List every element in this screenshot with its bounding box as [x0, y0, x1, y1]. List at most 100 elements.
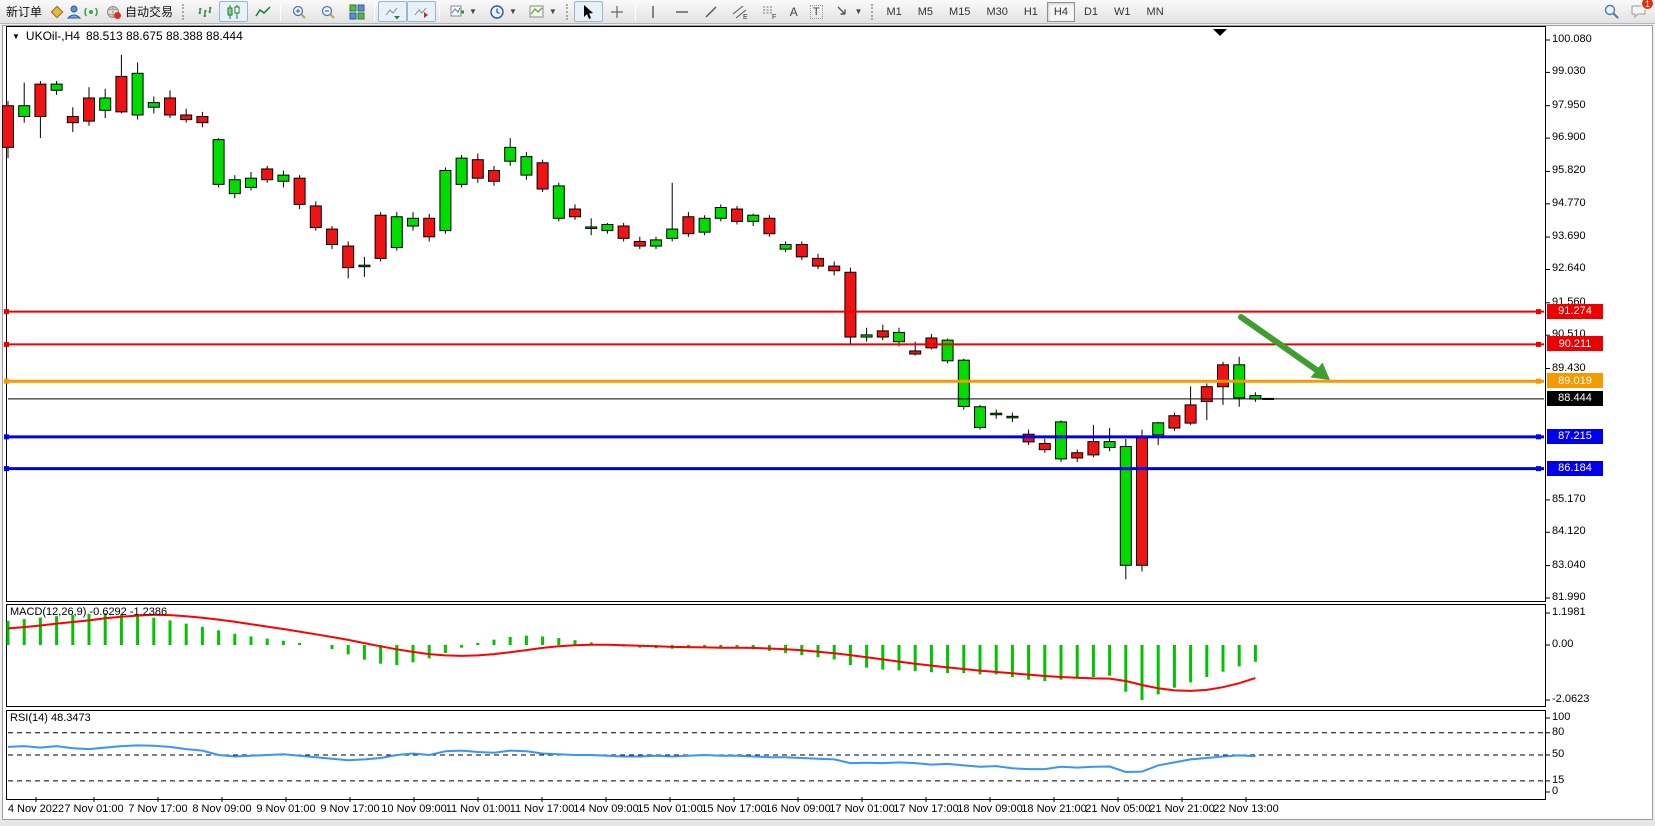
- fibonacci-icon: F: [761, 3, 778, 20]
- line-chart-button[interactable]: [248, 1, 277, 22]
- crosshair-button[interactable]: [603, 1, 632, 22]
- horizontal-line-button[interactable]: [668, 1, 697, 22]
- fibonacci-button[interactable]: F: [755, 1, 784, 22]
- time-label: 7 Nov 01:00: [64, 803, 123, 815]
- timeframe-D1[interactable]: D1: [1077, 2, 1105, 22]
- timeframe-M30[interactable]: M30: [979, 2, 1014, 22]
- price-tick-81.990: 81.990: [1552, 591, 1586, 603]
- zoom-out-icon: [319, 3, 336, 20]
- candlestick-chart-icon: [225, 3, 242, 20]
- price-tick-96.900: 96.900: [1552, 131, 1586, 143]
- price-tick-93.690: 93.690: [1552, 230, 1586, 242]
- macd-label: MACD(12,26,9) -0.6292 -1.2386: [10, 606, 167, 618]
- equidistant-channel-icon: E: [732, 3, 749, 20]
- rsi-tick-80: 80: [1552, 726, 1564, 738]
- diamond-icon[interactable]: [48, 3, 65, 20]
- text-icon: A: [790, 5, 798, 19]
- new-order-label: 新订单: [6, 3, 42, 20]
- timeframe-M15[interactable]: M15: [942, 2, 977, 22]
- price-chart-panel[interactable]: [6, 26, 1546, 602]
- zoom-in-button[interactable]: [284, 1, 313, 22]
- macd-tick-0.00: 0.00: [1552, 638, 1573, 650]
- tile-windows-button[interactable]: [342, 1, 371, 22]
- text-label-button[interactable]: T: [804, 1, 829, 22]
- auto-scroll-button[interactable]: [378, 1, 407, 22]
- timeframe-M1[interactable]: M1: [879, 2, 908, 22]
- time-label: 11 Nov 17:00: [510, 803, 575, 815]
- bar-chart-button[interactable]: [190, 1, 219, 22]
- time-label: 17 Nov 17:00: [893, 803, 958, 815]
- timeframe-M5[interactable]: M5: [911, 2, 940, 22]
- price-tick-84.120: 84.120: [1552, 525, 1586, 537]
- vertical-line-icon: [645, 3, 662, 20]
- rsi-tick-0: 0: [1552, 785, 1558, 797]
- rsi-panel[interactable]: [6, 710, 1546, 800]
- signal-icon[interactable]: [82, 3, 99, 20]
- price-tick-94.770: 94.770: [1552, 197, 1586, 209]
- auto-trading-button[interactable]: 自动交易: [99, 1, 179, 22]
- toolbar-separator: [635, 3, 636, 21]
- notification-badge: 1: [1641, 0, 1654, 10]
- zoom-in-icon: [290, 3, 307, 20]
- tile-windows-icon: [348, 3, 365, 20]
- clock-icon: [489, 3, 506, 20]
- macd-panel[interactable]: [6, 604, 1546, 707]
- time-label: 4 Nov 2022: [8, 803, 64, 815]
- candlestick-chart-button[interactable]: [219, 1, 248, 22]
- macd-tick-1.1981: 1.1981: [1552, 606, 1586, 618]
- price-badge-88.444: 88.444: [1547, 391, 1603, 406]
- time-label: 18 Nov 21:00: [1021, 803, 1086, 815]
- time-label: 7 Nov 17:00: [128, 803, 187, 815]
- add-indicator-button[interactable]: ▼: [443, 1, 483, 22]
- chevron-down-icon: ▼: [855, 7, 863, 16]
- window-bottom-edge: [0, 820, 1655, 826]
- macd-tick--2.0623: -2.0623: [1552, 693, 1589, 705]
- chevron-down-icon: ▼: [509, 7, 517, 16]
- toolbar-separator: [439, 3, 440, 21]
- person-icon[interactable]: [65, 3, 82, 20]
- period-button[interactable]: ▼: [483, 1, 523, 22]
- timeframe-W1[interactable]: W1: [1107, 2, 1138, 22]
- symbol-period-label: UKOil-,H4: [26, 29, 80, 43]
- time-label: 21 Nov 05:00: [1085, 803, 1150, 815]
- chat-icon[interactable]: 1: [1630, 3, 1647, 20]
- arrows-button[interactable]: ▼: [829, 1, 869, 22]
- toolbar-separator: [374, 3, 375, 21]
- trendline-button[interactable]: [697, 1, 726, 22]
- toolbar-grip: [566, 4, 571, 20]
- auto-trading-label: 自动交易: [125, 3, 173, 20]
- price-tick-85.170: 85.170: [1552, 493, 1586, 505]
- zoom-out-button[interactable]: [313, 1, 342, 22]
- new-order-button[interactable]: 新订单: [0, 1, 48, 22]
- price-tick-89.430: 89.430: [1552, 362, 1586, 374]
- cursor-button[interactable]: [574, 1, 603, 22]
- timeframe-MN[interactable]: MN: [1140, 2, 1171, 22]
- price-tick-99.030: 99.030: [1552, 65, 1586, 77]
- price-tick-92.640: 92.640: [1552, 262, 1586, 274]
- time-label: 11 Nov 01:00: [446, 803, 511, 815]
- timeframe-H1[interactable]: H1: [1017, 2, 1045, 22]
- timeframe-H4[interactable]: H4: [1047, 2, 1075, 22]
- timeframe-bar: M1M5M15M30H1H4D1W1MN: [879, 2, 1170, 22]
- collapse-triangle-icon[interactable]: ▼: [12, 32, 20, 41]
- toolbar-grip: [871, 4, 876, 20]
- macd-name: MACD(12,26,9): [10, 606, 86, 618]
- vertical-line-button[interactable]: [639, 1, 668, 22]
- chevron-down-icon: ▼: [549, 7, 557, 16]
- horizontal-line-icon: [674, 3, 691, 20]
- template-icon: [529, 3, 546, 20]
- template-button[interactable]: ▼: [523, 1, 563, 22]
- price-tick-83.040: 83.040: [1552, 559, 1586, 571]
- price-badge-86.184: 86.184: [1547, 461, 1603, 476]
- price-tick-97.950: 97.950: [1552, 99, 1586, 111]
- macd-current-values: -0.6292 -1.2386: [89, 606, 167, 618]
- price-badge-87.215: 87.215: [1547, 429, 1603, 444]
- time-label: 18 Nov 09:00: [957, 803, 1022, 815]
- svg-text:F: F: [772, 14, 776, 20]
- chart-shift-button[interactable]: [407, 1, 436, 22]
- add-indicator-icon: [449, 3, 466, 20]
- search-icon[interactable]: [1603, 3, 1620, 20]
- text-button[interactable]: A: [784, 1, 804, 22]
- equidistant-channel-button[interactable]: E: [726, 1, 755, 22]
- chevron-down-icon: ▼: [469, 7, 477, 16]
